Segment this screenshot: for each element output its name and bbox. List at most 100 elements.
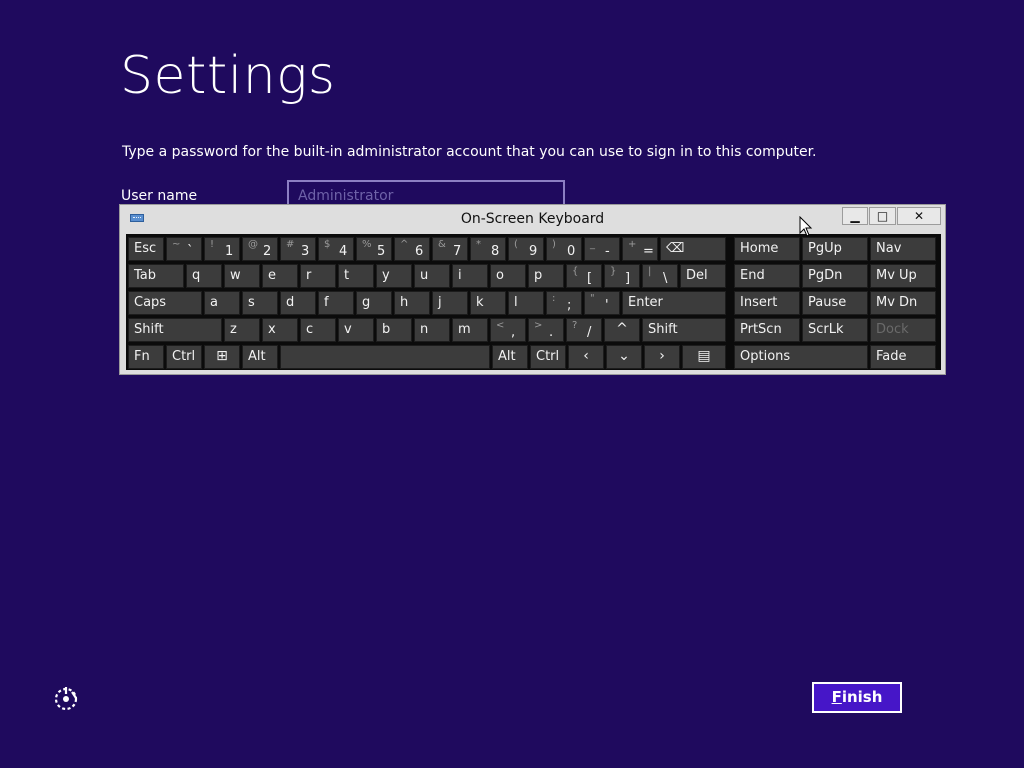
key-esc[interactable]: Esc bbox=[128, 237, 164, 261]
key-0[interactable]: ) 0 bbox=[546, 237, 582, 261]
key-label: Tab bbox=[134, 268, 157, 283]
key-label: q bbox=[192, 268, 201, 283]
key-8[interactable]: * 8 bbox=[470, 237, 506, 261]
username-label: User name bbox=[121, 188, 198, 204]
key-win[interactable]: ⊞ bbox=[204, 345, 240, 369]
key-menu[interactable]: ▤ bbox=[682, 345, 726, 369]
key-lbracket[interactable]: {[ bbox=[566, 264, 602, 288]
key-fade[interactable]: Fade bbox=[870, 345, 936, 369]
key-space[interactable] bbox=[280, 345, 490, 369]
key-downarrow[interactable]: ⌄ bbox=[606, 345, 642, 369]
key-mvup[interactable]: Mv Up bbox=[870, 264, 936, 288]
key-rctrl[interactable]: Ctrl bbox=[530, 345, 566, 369]
key-z[interactable]: z bbox=[224, 318, 260, 342]
key-prtscn[interactable]: PrtScn bbox=[734, 318, 800, 342]
key-lalt[interactable]: Alt bbox=[242, 345, 278, 369]
key-options[interactable]: Options bbox=[734, 345, 868, 369]
key-label: Alt bbox=[248, 349, 266, 364]
maximize-button[interactable]: □ bbox=[869, 207, 896, 225]
osk-titlebar[interactable]: On-Screen Keyboard ▁ □ ✕ bbox=[120, 205, 945, 232]
key-label: o bbox=[496, 268, 504, 283]
key-insert[interactable]: Insert bbox=[734, 291, 800, 315]
finish-button[interactable]: Finish bbox=[812, 682, 902, 713]
key-r[interactable]: r bbox=[300, 264, 336, 288]
key-n[interactable]: n bbox=[414, 318, 450, 342]
minimize-button[interactable]: ▁ bbox=[842, 207, 868, 225]
key-tab[interactable]: Tab bbox=[128, 264, 184, 288]
key-o[interactable]: o bbox=[490, 264, 526, 288]
key-shift-char: & bbox=[438, 239, 446, 250]
key-v[interactable]: v bbox=[338, 318, 374, 342]
key-pgdn[interactable]: PgDn bbox=[802, 264, 868, 288]
key-b[interactable]: b bbox=[376, 318, 412, 342]
key-label: Nav bbox=[876, 241, 902, 256]
key-ralt[interactable]: Alt bbox=[492, 345, 528, 369]
key-i[interactable]: i bbox=[452, 264, 488, 288]
key-period[interactable]: >. bbox=[528, 318, 564, 342]
key-home[interactable]: Home bbox=[734, 237, 800, 261]
key-equals[interactable]: + = bbox=[622, 237, 658, 261]
key-m[interactable]: m bbox=[452, 318, 488, 342]
key-rshift[interactable]: Shift bbox=[642, 318, 726, 342]
key-lshift[interactable]: Shift bbox=[128, 318, 222, 342]
key-t[interactable]: t bbox=[338, 264, 374, 288]
key-del[interactable]: Del bbox=[680, 264, 726, 288]
key-backtick[interactable]: ~ ` bbox=[166, 237, 202, 261]
key-dock[interactable]: Dock bbox=[870, 318, 936, 342]
key-7[interactable]: & 7 bbox=[432, 237, 468, 261]
close-button[interactable]: ✕ bbox=[897, 207, 941, 225]
key-q[interactable]: q bbox=[186, 264, 222, 288]
key-end[interactable]: End bbox=[734, 264, 800, 288]
key-4[interactable]: $4 bbox=[318, 237, 354, 261]
key-rightarrow[interactable]: › bbox=[644, 345, 680, 369]
key-s[interactable]: s bbox=[242, 291, 278, 315]
key-pgup[interactable]: PgUp bbox=[802, 237, 868, 261]
key-mvdn[interactable]: Mv Dn bbox=[870, 291, 936, 315]
key-comma[interactable]: <, bbox=[490, 318, 526, 342]
key-shift-char: * bbox=[476, 239, 481, 250]
key-slash[interactable]: ? / bbox=[566, 318, 602, 342]
key-w[interactable]: w bbox=[224, 264, 260, 288]
key-label: i bbox=[458, 268, 462, 283]
key-shift-char: % bbox=[362, 239, 372, 250]
key-nav[interactable]: Nav bbox=[870, 237, 936, 261]
key-c[interactable]: c bbox=[300, 318, 336, 342]
key-x[interactable]: x bbox=[262, 318, 298, 342]
key-backspace[interactable]: ⌫ bbox=[660, 237, 726, 261]
key-5[interactable]: % 5 bbox=[356, 237, 392, 261]
key-y[interactable]: y bbox=[376, 264, 412, 288]
key-a[interactable]: a bbox=[204, 291, 240, 315]
ease-of-access-icon[interactable] bbox=[52, 684, 80, 712]
key-semicolon[interactable]: :; bbox=[546, 291, 582, 315]
key-label: b bbox=[382, 322, 391, 337]
key-lctrl[interactable]: Ctrl bbox=[166, 345, 202, 369]
key-leftarrow[interactable]: ‹ bbox=[568, 345, 604, 369]
key-enter[interactable]: Enter bbox=[622, 291, 726, 315]
key-backslash[interactable]: | \ bbox=[642, 264, 678, 288]
key-f[interactable]: f bbox=[318, 291, 354, 315]
key-main-char: ` bbox=[187, 244, 194, 259]
key-scrlk[interactable]: ScrLk bbox=[802, 318, 868, 342]
key-pause[interactable]: Pause bbox=[802, 291, 868, 315]
key-shift-char: > bbox=[534, 320, 543, 331]
key-u[interactable]: u bbox=[414, 264, 450, 288]
key-fn[interactable]: Fn bbox=[128, 345, 164, 369]
key-k[interactable]: k bbox=[470, 291, 506, 315]
key-uparrow[interactable]: ^ bbox=[604, 318, 640, 342]
key-1[interactable]: ! 1 bbox=[204, 237, 240, 261]
key-g[interactable]: g bbox=[356, 291, 392, 315]
key-2[interactable]: @2 bbox=[242, 237, 278, 261]
key-3[interactable]: #3 bbox=[280, 237, 316, 261]
key-caps[interactable]: Caps bbox=[128, 291, 202, 315]
key-j[interactable]: j bbox=[432, 291, 468, 315]
key-p[interactable]: p bbox=[528, 264, 564, 288]
key-minus[interactable]: _ - bbox=[584, 237, 620, 261]
key-d[interactable]: d bbox=[280, 291, 316, 315]
key-quote[interactable]: " ' bbox=[584, 291, 620, 315]
key-h[interactable]: h bbox=[394, 291, 430, 315]
key-9[interactable]: (9 bbox=[508, 237, 544, 261]
key-l[interactable]: l bbox=[508, 291, 544, 315]
key-6[interactable]: ^ 6 bbox=[394, 237, 430, 261]
key-rbracket[interactable]: }] bbox=[604, 264, 640, 288]
key-e[interactable]: e bbox=[262, 264, 298, 288]
